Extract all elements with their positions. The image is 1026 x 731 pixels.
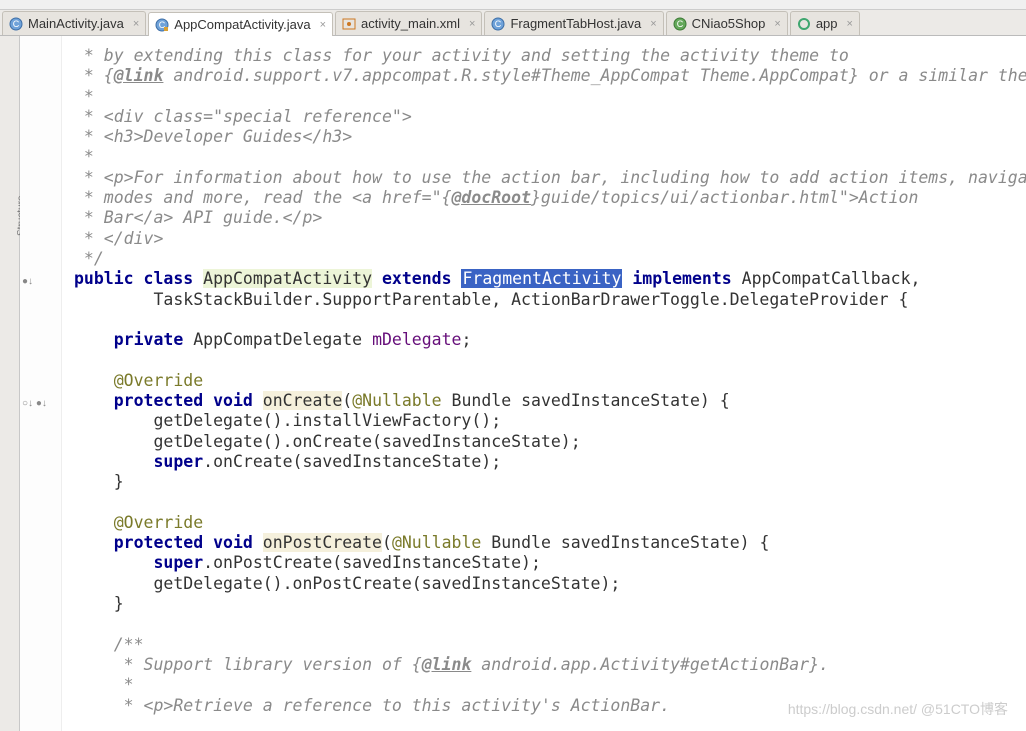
tab-fragmenttabhost[interactable]: C FragmentTabHost.java ×: [484, 11, 663, 35]
comment-line: * Bar</a> API guide.</p>: [74, 208, 322, 227]
tab-mainactivity[interactable]: C MainActivity.java ×: [2, 11, 146, 35]
comment-line: *: [74, 675, 134, 694]
selected-text: FragmentActivity: [461, 269, 622, 288]
kw-public: public: [74, 269, 134, 288]
tab-appcompatactivity[interactable]: C AppCompatActivity.java ×: [148, 12, 333, 36]
code-editor[interactable]: ●↓ ○↓ ●↓ * by extending this class for y…: [20, 36, 1026, 731]
code-line: [74, 553, 153, 572]
annotation: @Nullable: [392, 533, 481, 552]
code-area[interactable]: * by extending this class for your activ…: [62, 36, 1026, 731]
kw-super: super: [153, 553, 203, 572]
comment-line: *: [74, 147, 94, 166]
brace-close: }: [74, 472, 124, 491]
xml-icon: [342, 17, 356, 31]
brace-close: }: [74, 594, 124, 613]
tab-activity-main-xml[interactable]: activity_main.xml ×: [335, 11, 482, 35]
tab-app[interactable]: app ×: [790, 11, 860, 35]
tab-label: FragmentTabHost.java: [510, 16, 641, 31]
comment-line: * <h3>Developer Guides</h3>: [74, 127, 352, 146]
kw-private: private: [114, 330, 184, 349]
svg-text:C: C: [676, 19, 683, 29]
doc-link: @docRoot: [452, 188, 531, 207]
gutter[interactable]: ●↓ ○↓ ●↓: [20, 36, 62, 731]
doc-link: @link: [114, 66, 164, 85]
comment-line: * </div>: [74, 229, 163, 248]
close-icon[interactable]: ×: [650, 18, 656, 30]
comment-line: * Support library version of {: [74, 655, 422, 674]
override-marker-icon[interactable]: ●↓: [22, 276, 33, 287]
kw-void: void: [213, 391, 253, 410]
kw-class: class: [144, 269, 194, 288]
comment-line: * <p>For information about how to use th…: [74, 168, 1026, 187]
tab-label: AppCompatActivity.java: [174, 17, 310, 32]
breadcrumb: [0, 0, 1026, 10]
tab-label: activity_main.xml: [361, 16, 460, 31]
editor-tabs: C MainActivity.java × C AppCompatActivit…: [0, 10, 1026, 36]
annotation: @Override: [114, 513, 203, 532]
annotation: @Nullable: [352, 391, 441, 410]
override-marker-icon[interactable]: ○↓ ●↓: [22, 398, 47, 409]
param-name: savedInstanceState: [561, 533, 740, 552]
close-icon[interactable]: ×: [847, 18, 853, 30]
tab-label: MainActivity.java: [28, 16, 124, 31]
code-line: getDelegate().installViewFactory();: [74, 411, 501, 430]
watermark: https://blog.csdn.net/ @51CTO博客: [788, 699, 1008, 719]
comment-line: * by extending this class for your activ…: [74, 46, 849, 65]
tab-label: CNiao5Shop: [692, 16, 766, 31]
comment-line: * <p>Retrieve a reference to this activi…: [74, 696, 670, 715]
code-line: [74, 452, 153, 471]
kw-void: void: [213, 533, 253, 552]
param-type: Bundle: [452, 391, 512, 410]
annotation: @Override: [114, 371, 203, 390]
method-name: onCreate: [263, 391, 342, 410]
impl-list2: TaskStackBuilder.SupportParentable, Acti…: [74, 290, 908, 309]
code-line: getDelegate().onPostCreate(savedInstance…: [74, 574, 620, 593]
field-type: AppCompatDelegate: [193, 330, 362, 349]
gradle-icon: [797, 17, 811, 31]
comment-line: * <div class="special reference">: [74, 107, 412, 126]
impl-list: AppCompatCallback,: [742, 269, 921, 288]
param-type: Bundle: [491, 533, 551, 552]
comment-line: * {: [74, 66, 114, 85]
kw-extends: extends: [382, 269, 452, 288]
tab-cniao5shop[interactable]: C CNiao5Shop ×: [666, 11, 788, 35]
kw-super: super: [153, 452, 203, 471]
method-name: onPostCreate: [263, 533, 382, 552]
comment-end: */: [74, 249, 104, 268]
left-tool-window[interactable]: Structure: [0, 36, 20, 731]
close-icon[interactable]: ×: [320, 19, 326, 31]
kw-protected: protected: [114, 533, 203, 552]
close-icon[interactable]: ×: [469, 18, 475, 30]
java-class-lock-icon: C: [155, 18, 169, 32]
doc-link: @link: [422, 655, 472, 674]
java-class-icon: C: [673, 17, 687, 31]
code-line: getDelegate().onCreate(savedInstanceStat…: [74, 432, 581, 451]
comment-line: *: [74, 87, 94, 106]
param-name: savedInstanceState: [521, 391, 700, 410]
close-icon[interactable]: ×: [774, 18, 780, 30]
tab-label: app: [816, 16, 838, 31]
java-class-icon: C: [491, 17, 505, 31]
class-name: AppCompatActivity: [203, 269, 372, 288]
field-name: mDelegate: [372, 330, 461, 349]
close-icon[interactable]: ×: [133, 18, 139, 30]
svg-text:C: C: [495, 19, 502, 29]
svg-text:C: C: [13, 19, 20, 29]
kw-protected: protected: [114, 391, 203, 410]
java-class-icon: C: [9, 17, 23, 31]
kw-implements: implements: [632, 269, 731, 288]
comment-line: * modes and more, read the <a href="{: [74, 188, 452, 207]
comment-line: /**: [74, 635, 144, 654]
